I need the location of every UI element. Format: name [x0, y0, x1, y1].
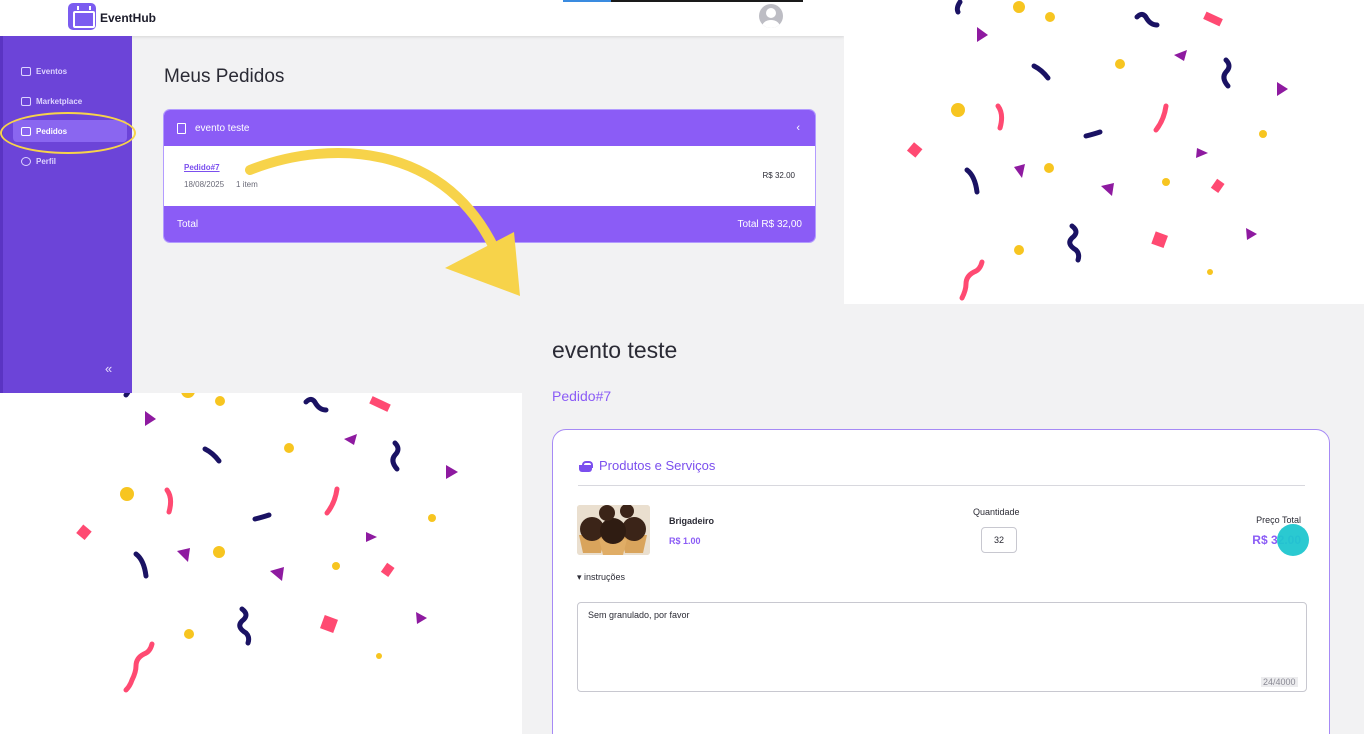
- sidebar-item-marketplace[interactable]: Marketplace: [13, 90, 127, 112]
- collapse-sidebar-button[interactable]: «: [105, 361, 112, 376]
- ticket-icon: [21, 66, 31, 76]
- total-value: Total R$ 32,00: [737, 219, 803, 230]
- user-avatar-icon[interactable]: [759, 4, 783, 28]
- bag-icon: [21, 96, 31, 106]
- brigadeiro-image-icon: [577, 505, 650, 555]
- order-price: R$ 32.00: [762, 171, 795, 180]
- products-card: Produtos e Serviços Brigadeiro R$ 1.00 Q…: [552, 429, 1330, 734]
- order-link[interactable]: Pedido#7: [184, 163, 220, 172]
- section-title: Produtos e Serviços: [599, 458, 716, 473]
- event-name: evento teste: [195, 122, 250, 134]
- eventhub-logo-icon[interactable]: [68, 3, 96, 30]
- sidebar-item-label: Perfil: [36, 156, 57, 166]
- basket-icon: [578, 461, 593, 472]
- character-count: 24/4000: [1261, 677, 1298, 687]
- instructions-textarea[interactable]: Sem granulado, por favor: [577, 602, 1307, 692]
- event-title: evento teste: [552, 337, 678, 363]
- confetti-graphic: [906, 0, 1288, 301]
- confetti-decoration: [0, 393, 522, 734]
- order-number: Pedido#7: [552, 388, 612, 404]
- order-item-count: 1 item: [236, 180, 258, 189]
- order-card: evento teste ‹ Pedido#7 18/08/2025 1 ite…: [163, 109, 816, 243]
- total-label: Total: [177, 219, 199, 230]
- user-icon: [21, 156, 31, 166]
- product-unit-price: R$ 1.00: [669, 536, 701, 546]
- order-card-header[interactable]: evento teste ‹: [164, 110, 815, 146]
- order-card-footer: Total Total R$ 32,00: [164, 206, 815, 242]
- product-name: Brigadeiro: [669, 516, 715, 526]
- page-title: Meus Pedidos: [164, 66, 285, 87]
- quantity-input[interactable]: 32: [981, 527, 1017, 553]
- document-icon: [177, 122, 186, 134]
- quantity-label: Quantidade: [973, 507, 1020, 517]
- order-detail-screenshot: evento teste Pedido#7 Produtos e Serviço…: [522, 304, 1364, 734]
- highlight-circle-annotation: [0, 112, 136, 154]
- confetti-graphic: [76, 393, 458, 693]
- cursor-highlight: [1277, 524, 1309, 556]
- brand-name[interactable]: EventHub: [100, 11, 156, 25]
- top-navbar: EventHub: [0, 0, 844, 36]
- instructions-toggle[interactable]: ▾ instruções: [577, 572, 625, 583]
- sidebar-item-label: Eventos: [36, 66, 68, 76]
- chevron-left-icon[interactable]: ‹: [796, 122, 800, 134]
- section-header: Produtos e Serviços: [578, 458, 1305, 486]
- sidebar: Eventos Marketplace Pedidos Perfil «: [0, 36, 132, 393]
- confetti-decoration: [844, 0, 1364, 304]
- browser-strip: [563, 0, 803, 2]
- order-date: 18/08/2025: [184, 180, 225, 189]
- sidebar-item-label: Marketplace: [36, 96, 83, 106]
- product-image: [577, 505, 650, 555]
- order-row: Pedido#7 18/08/2025 1 item R$ 32.00: [164, 146, 815, 206]
- sidebar-item-eventos[interactable]: Eventos: [13, 60, 127, 82]
